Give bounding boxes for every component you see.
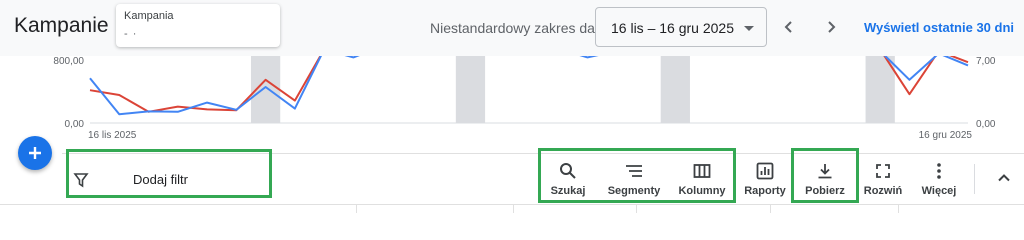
line-chart: 800,00 0,00 7,00 0,00 16 lis 2025 16 gru…: [53, 56, 996, 141]
series-line-blue: [89, 56, 969, 116]
collapse-chart-button[interactable]: [996, 170, 1012, 191]
table-top-border: [0, 204, 1024, 205]
plus-icon: [29, 147, 41, 159]
more-label: Więcej: [921, 185, 957, 197]
reports-button[interactable]: Raporty: [733, 160, 797, 197]
add-button[interactable]: [18, 136, 52, 170]
y-right-tick-top: 7,00: [976, 56, 996, 67]
chevron-up-icon: [998, 174, 1010, 182]
date-range-dropdown[interactable]: 16 lis – 16 gru 2025: [595, 7, 767, 47]
table-column-divider: [513, 204, 514, 213]
next-period-button[interactable]: [818, 14, 844, 40]
dropdown-arrow-icon: [744, 26, 754, 31]
date-range-label: Niestandardowy zakres dat: [430, 20, 599, 36]
table-column-divider: [636, 204, 637, 213]
x-start-label: 16 lis 2025: [88, 130, 137, 141]
table-column-divider: [898, 204, 899, 213]
reports-icon: [733, 160, 797, 182]
table-column-divider: [770, 204, 771, 213]
expand-button[interactable]: Rozwiń: [851, 160, 915, 197]
y-left-tick-bottom: 0,00: [65, 119, 85, 130]
series-line-red: [89, 56, 969, 113]
weekend-band: [660, 56, 690, 123]
reports-label: Raporty: [744, 185, 786, 197]
chevron-left-icon: [784, 21, 792, 33]
y-right-tick-bottom: 0,00: [976, 119, 996, 130]
expand-icon: [851, 160, 915, 182]
expand-label: Rozwiń: [863, 185, 903, 197]
previous-period-button[interactable]: [776, 14, 802, 40]
more-button[interactable]: Więcej: [907, 160, 971, 197]
page-header: Kampanie Kampania - · Niestandardowy zak…: [0, 0, 1024, 56]
more-vert-icon: [907, 160, 971, 182]
performance-chart: 800,00 0,00 7,00 0,00 16 lis 2025 16 gru…: [0, 56, 1024, 146]
filter-icon: [73, 172, 89, 193]
chevron-right-icon: [828, 21, 836, 33]
campaign-selector[interactable]: Kampania - ·: [116, 4, 280, 47]
tools-highlight: [538, 148, 736, 203]
table-column-divider: [356, 204, 357, 213]
x-end-label: 16 gru 2025: [919, 130, 973, 141]
download-highlight: [791, 148, 859, 203]
campaign-selector-label: Kampania: [124, 10, 174, 22]
weekend-band: [455, 56, 486, 123]
toolbar-separator: [974, 164, 975, 194]
y-left-tick-top: 800,00: [53, 56, 84, 67]
date-range-value: 16 lis – 16 gru 2025: [611, 20, 734, 36]
page-title: Kampanie: [14, 14, 109, 37]
add-filter-button[interactable]: Dodaj filtr: [133, 172, 188, 187]
campaign-selector-value: - ·: [124, 28, 138, 40]
show-last-30-days-link[interactable]: Wyświetl ostatnie 30 dni: [864, 20, 1014, 35]
